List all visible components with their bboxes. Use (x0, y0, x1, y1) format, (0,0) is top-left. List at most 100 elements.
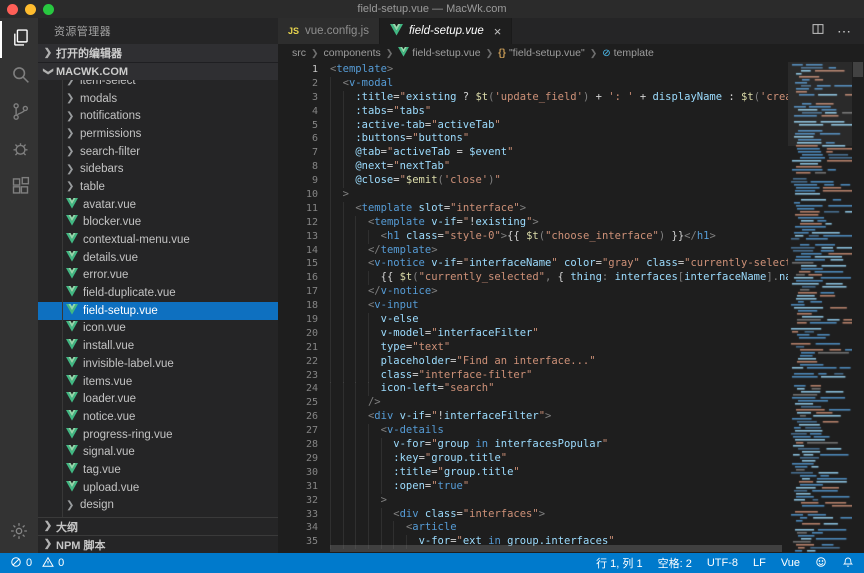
tree-item-icon.vue[interactable]: icon.vue (38, 320, 278, 338)
tree-item-blocker.vue[interactable]: blocker.vue (38, 214, 278, 232)
code-line-23[interactable]: 23 class="interface-filter" (278, 369, 788, 383)
code-line-27[interactable]: 27 <v-details (278, 424, 788, 438)
sidebar-section-npm-scripts[interactable]: ❯NPM 脚本 (38, 535, 278, 553)
activity-bar-item-explorer[interactable] (0, 21, 38, 58)
line-number[interactable]: 20 (278, 327, 318, 341)
line-number[interactable]: 25 (278, 396, 318, 410)
code-line-6[interactable]: 6 :buttons="buttons" (278, 132, 788, 146)
status-encoding[interactable]: UTF-8 (707, 557, 738, 569)
vertical-scrollbar[interactable] (852, 62, 864, 553)
line-number[interactable]: 32 (278, 494, 318, 508)
line-number[interactable]: 5 (278, 119, 318, 133)
status-eol[interactable]: LF (753, 557, 766, 569)
tree-item-install.vue[interactable]: install.vue (38, 337, 278, 355)
tree-item-invisible-label.vue[interactable]: invisible-label.vue (38, 355, 278, 373)
code-line-33[interactable]: 33 <div class="interfaces"> (278, 508, 788, 522)
tree-item-signal.vue[interactable]: signal.vue (38, 443, 278, 461)
code-line-3[interactable]: 3 :title="existing ? $t('update_field') … (278, 91, 788, 105)
minimap[interactable] (788, 62, 852, 553)
code-line-18[interactable]: 18 <v-input (278, 299, 788, 313)
line-number[interactable]: 7 (278, 146, 318, 160)
code-line-8[interactable]: 8 @next="nextTab" (278, 160, 788, 174)
code-line-24[interactable]: 24 icon-left="search" (278, 382, 788, 396)
line-number[interactable]: 33 (278, 508, 318, 522)
line-number[interactable]: 19 (278, 313, 318, 327)
tree-item-progress-ring.vue[interactable]: progress-ring.vue (38, 426, 278, 444)
code-line-4[interactable]: 4 :tabs="tabs" (278, 105, 788, 119)
line-number[interactable]: 26 (278, 410, 318, 424)
line-number[interactable]: 1 (278, 63, 318, 77)
code-line-11[interactable]: 11 <template slot="interface"> (278, 202, 788, 216)
code-line-31[interactable]: 31 :open="true" (278, 480, 788, 494)
window-controls[interactable] (7, 4, 54, 15)
tree-item-loader.vue[interactable]: loader.vue (38, 390, 278, 408)
tree-item-permissions[interactable]: ❯permissions (38, 125, 278, 143)
breadcrumb-item-field-setup.vue[interactable]: field-setup.vue (398, 47, 480, 60)
horizontal-scrollbar[interactable] (330, 545, 782, 552)
vertical-scrollbar-handle[interactable] (853, 62, 863, 77)
code-line-17[interactable]: 17 </v-notice> (278, 285, 788, 299)
activity-bar-item-source-control[interactable] (0, 95, 38, 132)
code-line-21[interactable]: 21 type="text" (278, 341, 788, 355)
status-cursor-position[interactable]: 行 1, 列 1 (596, 555, 642, 571)
tab-field-setup.vue[interactable]: field-setup.vue× (380, 18, 512, 44)
activity-bar-item-extensions[interactable] (0, 169, 38, 206)
code-line-26[interactable]: 26 <div v-if="!interfaceFilter"> (278, 410, 788, 424)
line-number[interactable]: 31 (278, 480, 318, 494)
line-number[interactable]: 28 (278, 438, 318, 452)
tree-item-error.vue[interactable]: error.vue (38, 267, 278, 285)
tree-item-events[interactable]: ❯events (38, 514, 278, 517)
code-line-14[interactable]: 14 </template> (278, 244, 788, 258)
tree-item-field-duplicate.vue[interactable]: field-duplicate.vue (38, 284, 278, 302)
code-line-20[interactable]: 20 v-model="interfaceFilter" (278, 327, 788, 341)
line-number[interactable]: 34 (278, 521, 318, 535)
sidebar-section-outline[interactable]: ❯大纲 (38, 517, 278, 535)
line-number[interactable]: 6 (278, 132, 318, 146)
tab-vue.config.js[interactable]: JSvue.config.js (278, 18, 380, 44)
line-number[interactable]: 22 (278, 355, 318, 369)
line-number[interactable]: 4 (278, 105, 318, 119)
line-number[interactable]: 13 (278, 230, 318, 244)
line-number[interactable]: 35 (278, 535, 318, 549)
code-line-15[interactable]: 15 <v-notice v-if="interfaceName" color=… (278, 257, 788, 271)
breadcrumb-item-components[interactable]: components (324, 47, 381, 59)
tree-item-contextual-menu.vue[interactable]: contextual-menu.vue (38, 231, 278, 249)
code-line-25[interactable]: 25 /> (278, 396, 788, 410)
line-number[interactable]: 14 (278, 244, 318, 258)
line-number[interactable]: 11 (278, 202, 318, 216)
line-number[interactable]: 21 (278, 341, 318, 355)
root-folder-section[interactable]: ❯ MACWK.COM (38, 62, 278, 80)
line-number[interactable]: 16 (278, 271, 318, 285)
code-line-5[interactable]: 5 :active-tab="activeTab" (278, 119, 788, 133)
tree-item-upload.vue[interactable]: upload.vue (38, 479, 278, 497)
code-line-13[interactable]: 13 <h1 class="style-0">{{ $t("choose_int… (278, 230, 788, 244)
code-line-28[interactable]: 28 v-for="group in interfacesPopular" (278, 438, 788, 452)
line-number[interactable]: 8 (278, 160, 318, 174)
breadcrumb-item-template[interactable]: ⊘template (602, 47, 654, 59)
open-editors-section[interactable]: ❯ 打开的编辑器 (38, 44, 278, 62)
code-line-7[interactable]: 7 @tab="activeTab = $event" (278, 146, 788, 160)
line-number[interactable]: 15 (278, 257, 318, 271)
breadcrumb-item-src[interactable]: src (292, 47, 306, 59)
line-number[interactable]: 17 (278, 285, 318, 299)
code-line-9[interactable]: 9 @close="$emit('close')" (278, 174, 788, 188)
tree-item-notifications[interactable]: ❯notifications (38, 107, 278, 125)
code-line-22[interactable]: 22 placeholder="Find an interface..." (278, 355, 788, 369)
code-line-12[interactable]: 12 <template v-if="!existing"> (278, 216, 788, 230)
tree-item-table[interactable]: ❯table (38, 178, 278, 196)
tree-item-search-filter[interactable]: ❯search-filter (38, 143, 278, 161)
status-indentation[interactable]: 空格: 2 (658, 555, 692, 571)
activity-bar-item-manage[interactable] (0, 513, 38, 553)
status-feedback[interactable] (815, 556, 827, 571)
tree-item-items.vue[interactable]: items.vue (38, 373, 278, 391)
status-warnings[interactable]: 0 (42, 556, 64, 571)
line-number[interactable]: 30 (278, 466, 318, 480)
line-number[interactable]: 29 (278, 452, 318, 466)
close-window-button[interactable] (7, 4, 18, 15)
zoom-window-button[interactable] (43, 4, 54, 15)
line-number[interactable]: 10 (278, 188, 318, 202)
split-editor-icon[interactable] (811, 22, 825, 41)
tree-item-field-setup.vue[interactable]: field-setup.vue (38, 302, 278, 320)
code-line-16[interactable]: 16 {{ $t("currently_selected", { thing: … (278, 271, 788, 285)
close-icon[interactable]: × (494, 25, 502, 38)
